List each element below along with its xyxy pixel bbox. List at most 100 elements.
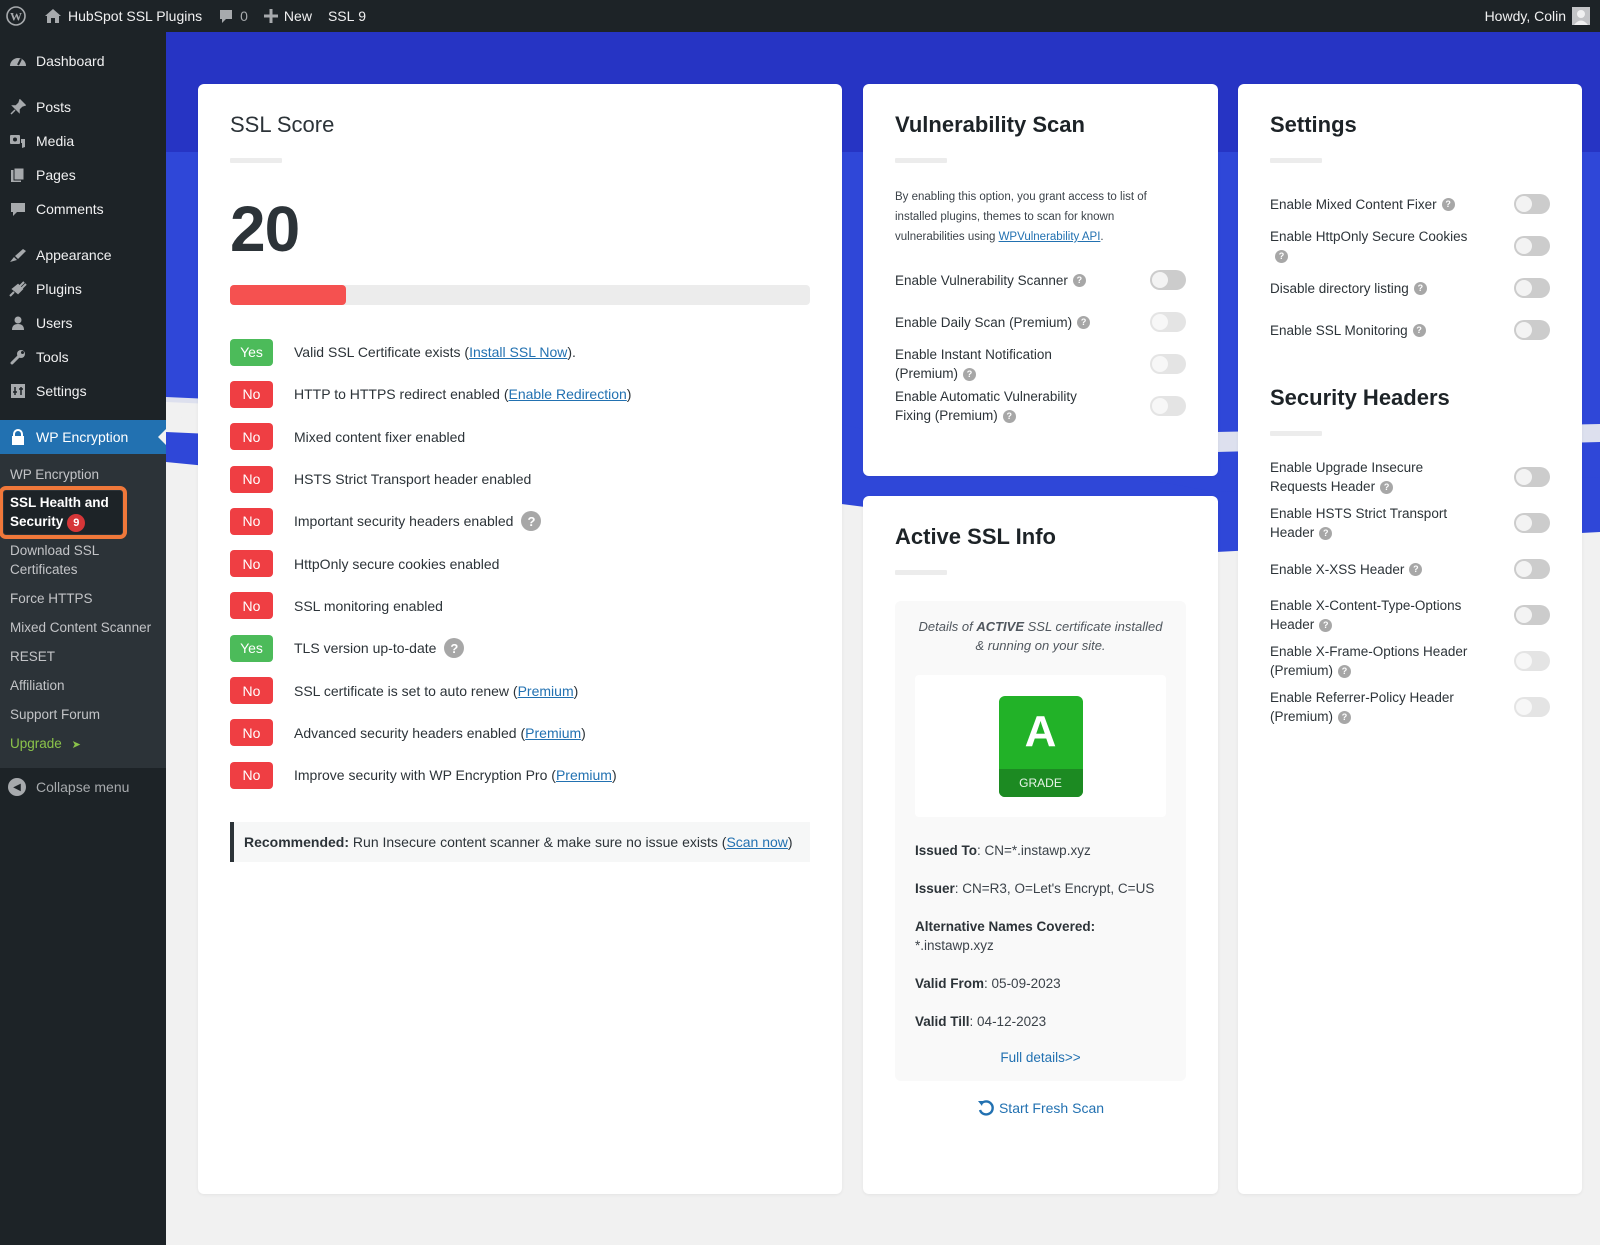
wpvulnerability-api-link[interactable]: WPVulnerability API	[999, 231, 1101, 243]
enable-referrer-policy-header-toggle[interactable]	[1514, 697, 1550, 717]
submenu-item-ssl-health-and-security[interactable]: SSL Health and Security 9	[0, 486, 127, 539]
submenu-item-mixed-content-scanner[interactable]: Mixed Content Scanner	[0, 613, 166, 642]
sidebar-item-wp-encryption[interactable]: WP Encryption	[0, 420, 166, 454]
submenu-item-label: SSL Health and Security	[10, 495, 109, 529]
help-icon[interactable]: ?	[1319, 526, 1333, 540]
help-icon[interactable]: ?	[963, 367, 976, 381]
sidebar-item-users[interactable]: Users	[0, 306, 166, 340]
enable-x-xss-header-toggle[interactable]	[1514, 559, 1550, 579]
help-icon[interactable]: ?	[1275, 249, 1288, 263]
ssl-details-box: Details of ACTIVE SSL certificate instal…	[895, 601, 1186, 1081]
submenu-item-support-forum[interactable]: Support Forum	[0, 700, 166, 729]
security-headers-toggle-list: Enable Upgrade Insecure Requests Header?…	[1270, 458, 1550, 726]
sidebar-item-tools[interactable]: Tools	[0, 340, 166, 374]
greeting: Howdy, Colin	[1484, 8, 1566, 24]
scan-now-link[interactable]: Scan now	[726, 834, 787, 850]
fresh-scan-label: Start Fresh Scan	[998, 1100, 1105, 1116]
premium-link[interactable]: Premium	[525, 725, 581, 741]
help-icon[interactable]: ?	[1338, 710, 1351, 724]
enable-upgrade-insecure-requests-header-toggle[interactable]	[1514, 467, 1550, 487]
ssl-score-progress-fill	[230, 285, 346, 305]
help-icon[interactable]: ?	[1380, 480, 1394, 494]
help-icon[interactable]: ?	[1409, 563, 1423, 577]
sidebar-item-posts[interactable]: Posts	[0, 90, 166, 124]
help-icon[interactable]: ?	[1319, 618, 1333, 632]
new-content-link[interactable]: New	[256, 0, 320, 32]
status-badge: No	[230, 465, 273, 493]
install-ssl-now-link[interactable]: Install SSL Now	[469, 344, 567, 360]
help-icon[interactable]: ?	[1338, 664, 1351, 678]
submenu-item-label: Upgrade	[10, 736, 62, 751]
submenu-item-upgrade[interactable]: Upgrade ➤	[0, 729, 166, 760]
help-icon[interactable]: ?	[1441, 198, 1455, 212]
submenu-item-affiliation[interactable]: Affiliation	[0, 671, 166, 700]
help-icon[interactable]: ?	[1413, 282, 1427, 296]
enable-automatic-vulnerability-fixing-toggle[interactable]	[1150, 396, 1186, 416]
enable-instant-notification-toggle[interactable]	[1150, 354, 1186, 374]
my-account-link[interactable]: Howdy, Colin	[1477, 0, 1600, 32]
sidebar-item-label: Pages	[36, 167, 76, 183]
ssl-menu-link[interactable]: SSL 9	[320, 0, 374, 32]
avatar	[1572, 7, 1590, 25]
settings-card: Settings Enable Mixed Content Fixer? Enab…	[1238, 84, 1582, 1194]
help-icon[interactable]: ?	[1072, 274, 1086, 288]
ssl-check-row: No SSL monitoring enabled	[230, 585, 810, 627]
submenu-item-wp-encryption[interactable]: WP Encryption	[0, 460, 166, 489]
enable-daily-scan-toggle[interactable]	[1150, 312, 1186, 332]
enable-httponly-secure-cookies-toggle[interactable]	[1514, 236, 1550, 256]
disable-directory-listing-toggle[interactable]	[1514, 278, 1550, 298]
enable-x-frame-options-header-toggle[interactable]	[1514, 651, 1550, 671]
toggle-label-text: Enable HttpOnly Secure Cookies	[1270, 229, 1468, 244]
enable-hsts-strict-transport-header-toggle[interactable]	[1514, 513, 1550, 533]
wordpress-logo-icon[interactable]: W	[0, 0, 36, 32]
submenu-item-force-https[interactable]: Force HTTPS	[0, 584, 166, 613]
help-icon[interactable]: ?	[1002, 409, 1016, 423]
sidebar-item-plugins[interactable]: Plugins	[0, 272, 166, 306]
ssl-check-list: Yes Valid SSL Certificate exists (Install…	[230, 331, 810, 796]
collapse-menu-button[interactable]: ◀ Collapse menu	[0, 768, 166, 806]
sidebar-item-comments[interactable]: Comments	[0, 192, 166, 226]
premium-link[interactable]: Premium	[518, 683, 574, 699]
ssl-check-row: No HTTP to HTTPS redirect enabled (Enable…	[230, 373, 810, 415]
grade-container: A GRADE	[915, 675, 1166, 817]
submenu-item-download-ssl-certificates[interactable]: Download SSL Certificates	[0, 536, 166, 584]
check-label: TLS version up-to-date	[294, 640, 437, 657]
media-icon	[8, 131, 28, 151]
recommend-label: Recommended:	[244, 834, 350, 851]
enable-vulnerability-scanner-toggle[interactable]	[1150, 270, 1186, 290]
site-name: HubSpot SSL Plugins	[68, 8, 203, 24]
premium-link[interactable]: Premium	[556, 767, 612, 783]
toggle-label: Enable Referrer-Policy Header (Premium)?	[1270, 688, 1470, 726]
status-badge: Yes	[230, 634, 273, 662]
enable-mixed-content-fixer-toggle[interactable]	[1514, 194, 1550, 214]
help-icon[interactable]: ?	[1412, 324, 1426, 338]
intro-pre: Details of	[918, 619, 977, 634]
status-badge: No	[230, 761, 273, 789]
help-icon[interactable]: ?	[444, 638, 465, 659]
vulnerability-toggle-list: Enable Vulnerability Scanner? Enable Dail…	[895, 261, 1186, 425]
start-fresh-scan-button[interactable]: Start Fresh Scan	[895, 1099, 1186, 1117]
ssl-score-progress-bar	[230, 285, 810, 305]
enable-x-content-type-options-header-toggle[interactable]	[1514, 605, 1550, 625]
toggle-label: Enable X-XSS Header?	[1270, 560, 1423, 579]
sidebar-item-appearance[interactable]: Appearance	[0, 238, 166, 272]
notification-badge: 9	[67, 514, 86, 532]
enable-ssl-monitoring-toggle[interactable]	[1514, 320, 1550, 340]
sidebar-item-dashboard[interactable]: Dashboard	[0, 44, 166, 78]
sidebar-item-pages[interactable]: Pages	[0, 158, 166, 192]
help-icon[interactable]: ?	[521, 511, 542, 532]
help-icon[interactable]: ?	[1077, 316, 1091, 330]
description-after: .	[1100, 231, 1104, 243]
toggle-row-enable-x-content-type-options-header: Enable X-Content-Type-Options Header?	[1270, 596, 1550, 634]
full-details-link[interactable]: Full details>>	[915, 1050, 1166, 1065]
toggle-label: Enable HSTS Strict Transport Header?	[1270, 504, 1470, 542]
sidebar-item-settings[interactable]: Settings	[0, 374, 166, 408]
active-ssl-info-card: Active SSL Info Details of ACTIVE SSL ce…	[863, 496, 1218, 1194]
enable-redirection-link[interactable]: Enable Redirection	[508, 386, 626, 402]
comments-link[interactable]: 0	[210, 0, 256, 32]
toggle-label-text: Enable Automatic Vulnerability Fixing (P…	[895, 389, 1077, 423]
sidebar-item-media[interactable]: Media	[0, 124, 166, 158]
site-name-link[interactable]: HubSpot SSL Plugins	[36, 0, 210, 32]
submenu-item-reset[interactable]: RESET	[0, 642, 166, 671]
sidebar-item-label: Tools	[36, 349, 69, 365]
